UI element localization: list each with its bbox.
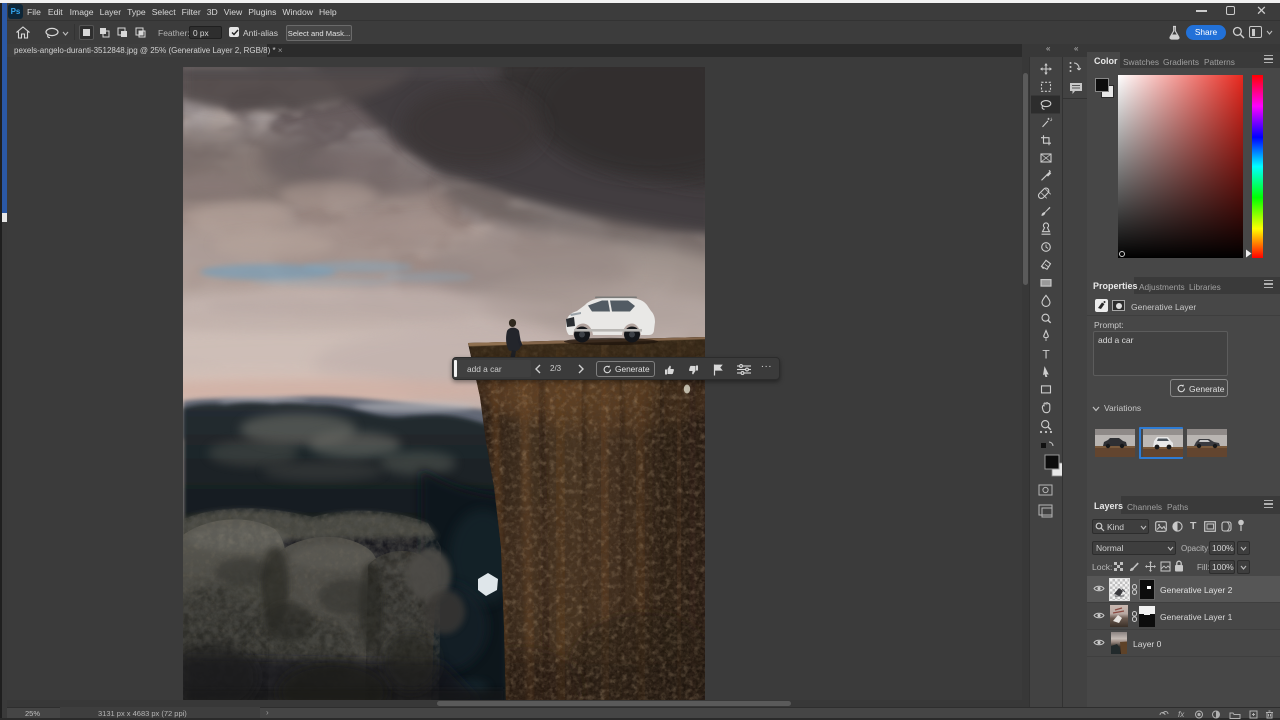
svg-text:fx: fx [1178,710,1185,719]
svg-text:T: T [1042,347,1050,361]
